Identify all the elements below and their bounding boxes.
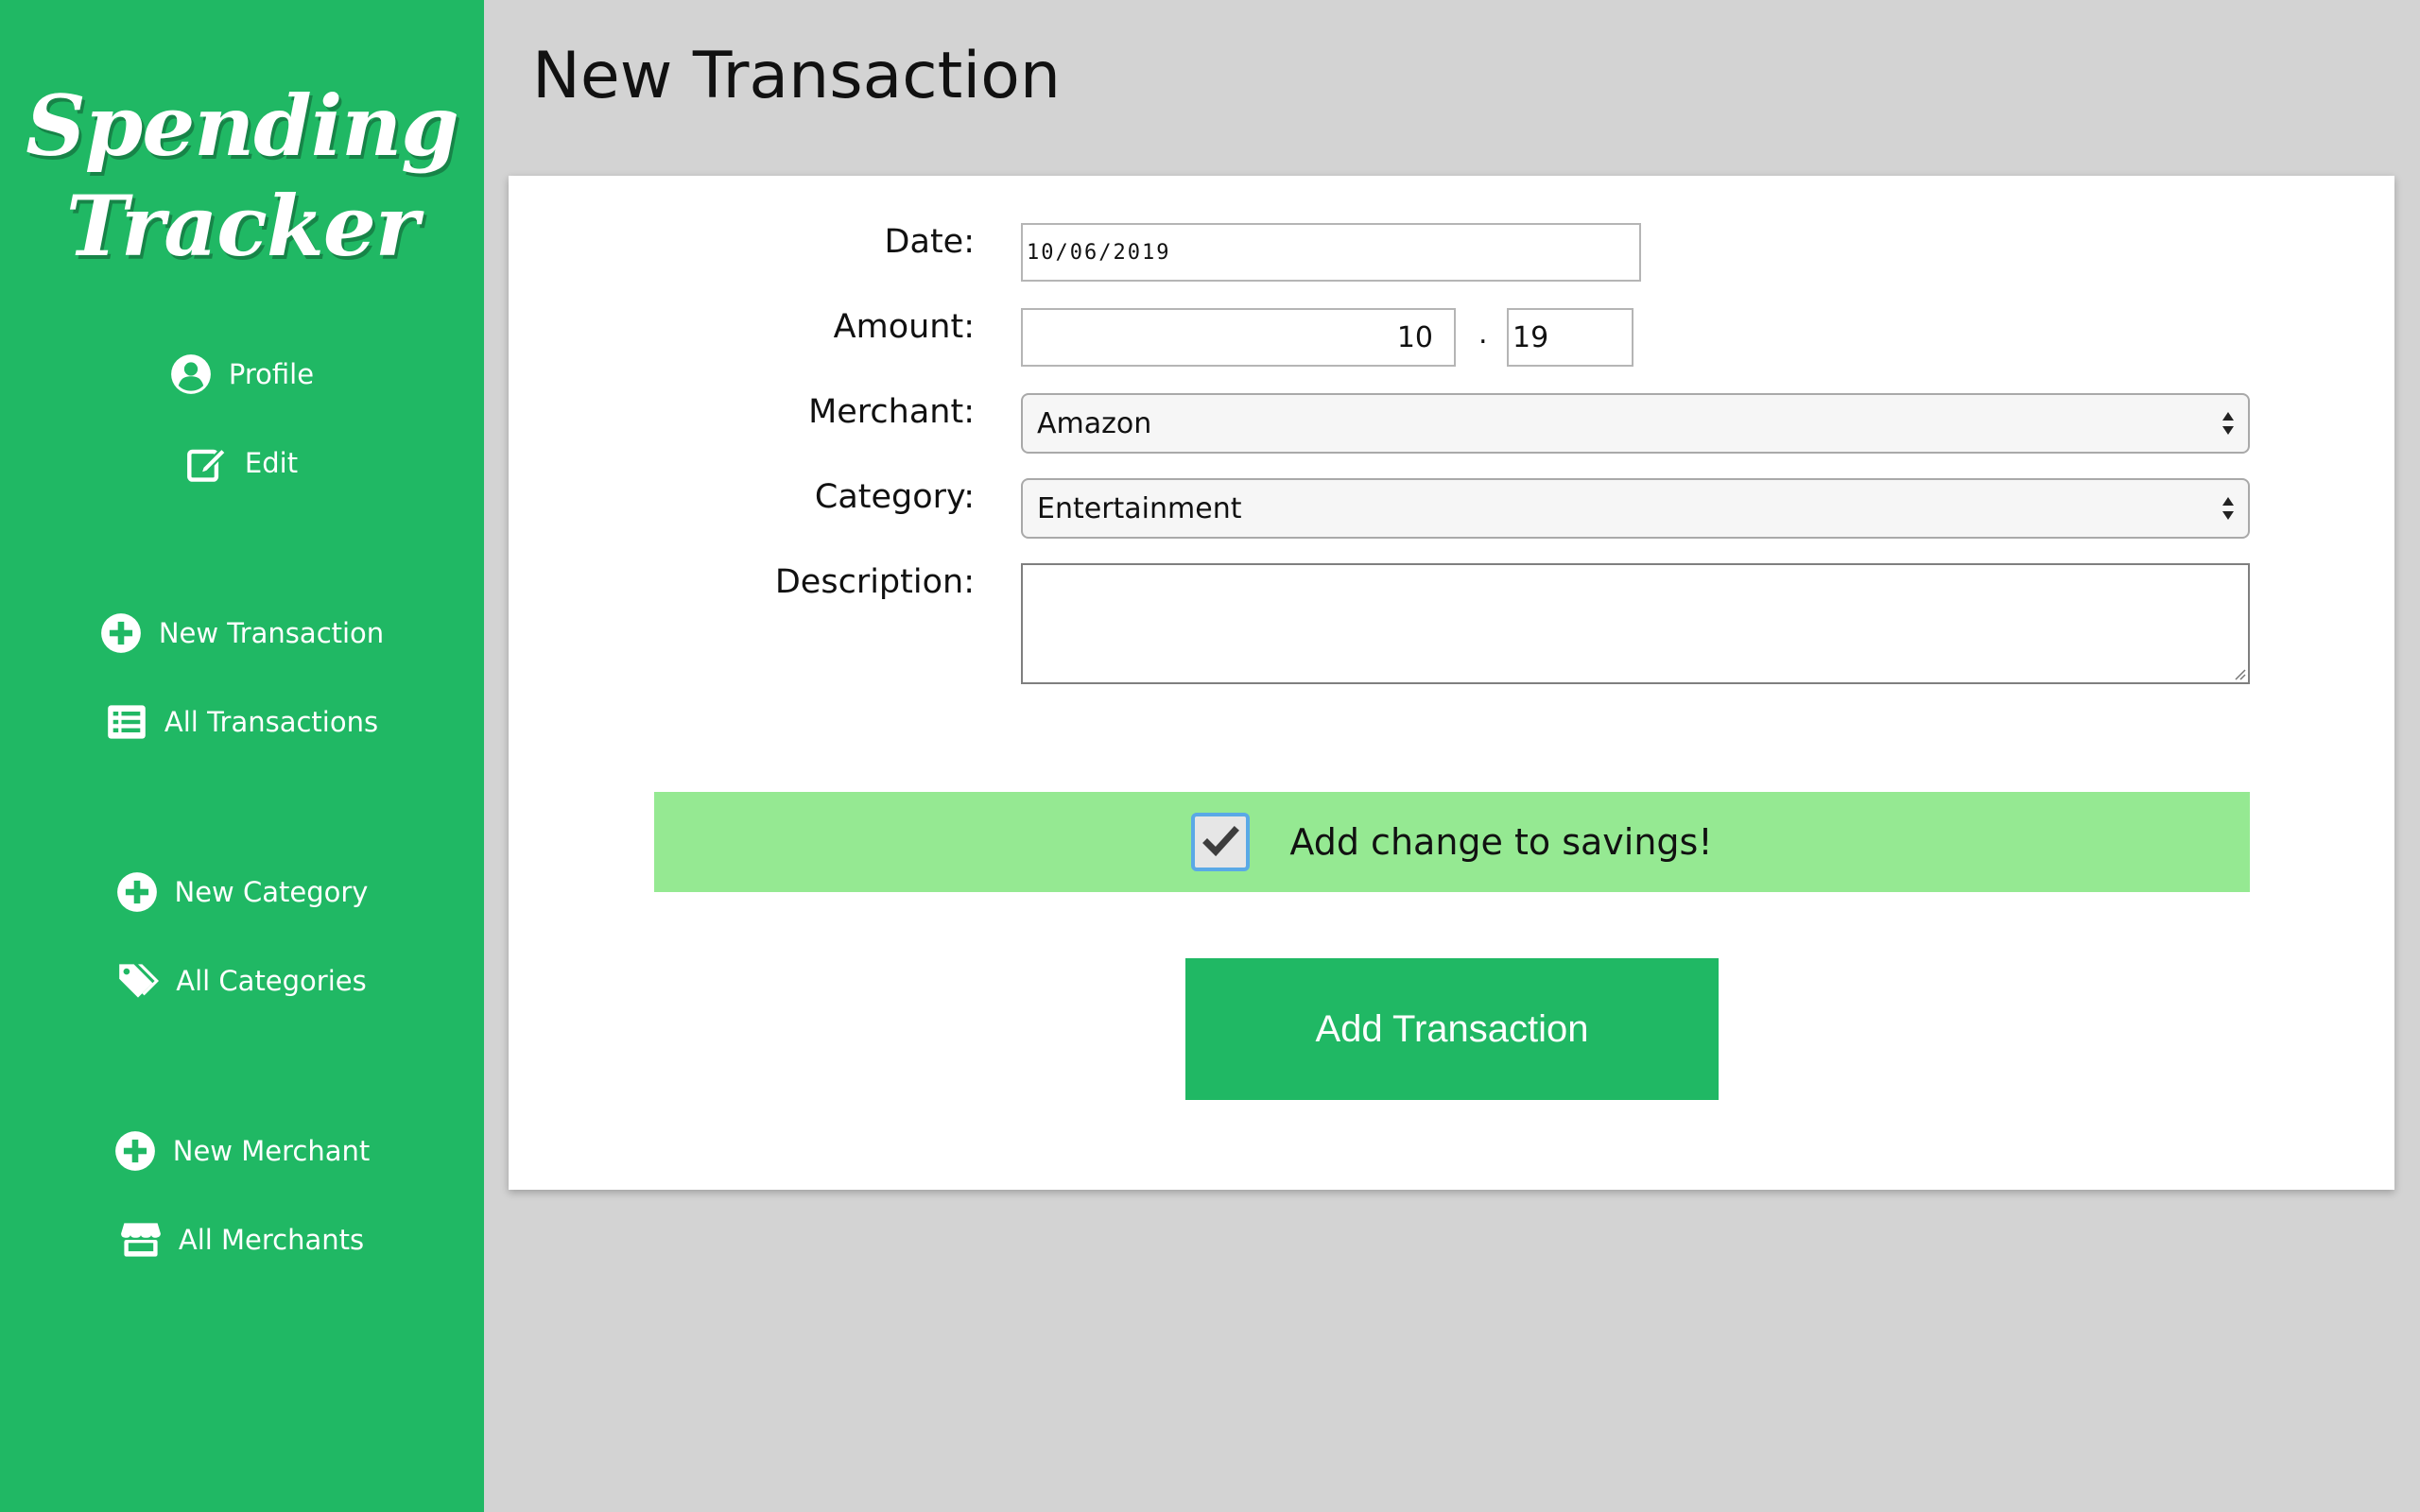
- plus-circle-icon: [116, 871, 158, 913]
- plus-circle-icon: [114, 1130, 156, 1172]
- logo-line-2: Tracker: [65, 177, 419, 275]
- amount-dollars-input[interactable]: 10: [1021, 308, 1456, 367]
- savings-checkbox[interactable]: [1191, 813, 1251, 871]
- sidebar-item-label: All Merchants: [178, 1224, 365, 1256]
- sidebar-item-label: Profile: [228, 358, 315, 390]
- resize-grip-icon[interactable]: [2231, 665, 2246, 680]
- sidebar-item-label: New Category: [174, 876, 369, 908]
- user-circle-icon: [170, 353, 212, 395]
- sidebar-item-all-transactions[interactable]: All Transactions: [0, 694, 484, 750]
- date-field[interactable]: 10/06/2019: [1021, 223, 1641, 282]
- store-icon: [120, 1219, 162, 1261]
- sidebar-item-profile[interactable]: Profile: [0, 346, 484, 403]
- sidebar-item-label: Edit: [244, 447, 299, 479]
- app-logo: Spending Tracker: [0, 76, 484, 276]
- category-select[interactable]: Entertainment: [1021, 478, 2250, 539]
- sidebar-item-all-merchants[interactable]: All Merchants: [0, 1211, 484, 1268]
- checkmark-icon: [1202, 826, 1240, 857]
- description-label: Description:: [774, 563, 975, 601]
- amount-cents-input[interactable]: 19: [1507, 308, 1634, 367]
- tags-icon: [117, 960, 160, 1002]
- sidebar-item-new-merchant[interactable]: New Merchant: [0, 1123, 484, 1179]
- sidebar-item-label: All Categories: [176, 965, 367, 997]
- sidebar-item-edit[interactable]: Edit: [0, 435, 484, 491]
- merchant-label: Merchant:: [808, 393, 975, 431]
- sidebar-item-new-transaction[interactable]: New Transaction: [0, 605, 484, 662]
- date-label: Date:: [884, 223, 975, 261]
- amount-separator: .: [1478, 318, 1488, 351]
- category-select-value: Entertainment: [1037, 491, 1242, 525]
- sidebar: Spending Tracker Profile Edit New Transa…: [0, 0, 484, 1512]
- list-icon: [106, 701, 147, 743]
- sidebar-item-label: New Transaction: [158, 617, 385, 649]
- add-transaction-button[interactable]: Add Transaction: [1185, 958, 1719, 1100]
- savings-label: Add change to savings!: [1289, 821, 1713, 863]
- merchant-select-value: Amazon: [1037, 406, 1152, 440]
- description-textarea[interactable]: [1021, 563, 2250, 684]
- sidebar-item-label: New Merchant: [172, 1135, 371, 1167]
- transaction-form: Date: 10/06/2019 Amount: 10 . 19 Merchan…: [509, 176, 2394, 1190]
- amount-label: Amount:: [833, 308, 975, 346]
- page-title: New Transaction: [532, 39, 1061, 113]
- sidebar-item-all-categories[interactable]: All Categories: [0, 953, 484, 1009]
- category-label: Category:: [814, 478, 975, 516]
- select-arrows-icon: [2218, 494, 2238, 523]
- sidebar-item-label: All Transactions: [164, 706, 379, 738]
- edit-icon: [186, 442, 228, 484]
- sidebar-item-new-category[interactable]: New Category: [0, 864, 484, 920]
- plus-circle-icon: [100, 612, 142, 654]
- merchant-select[interactable]: Amazon: [1021, 393, 2250, 454]
- savings-option: Add change to savings!: [654, 792, 2250, 892]
- logo-line-1: Spending: [26, 77, 459, 175]
- select-arrows-icon: [2218, 409, 2238, 438]
